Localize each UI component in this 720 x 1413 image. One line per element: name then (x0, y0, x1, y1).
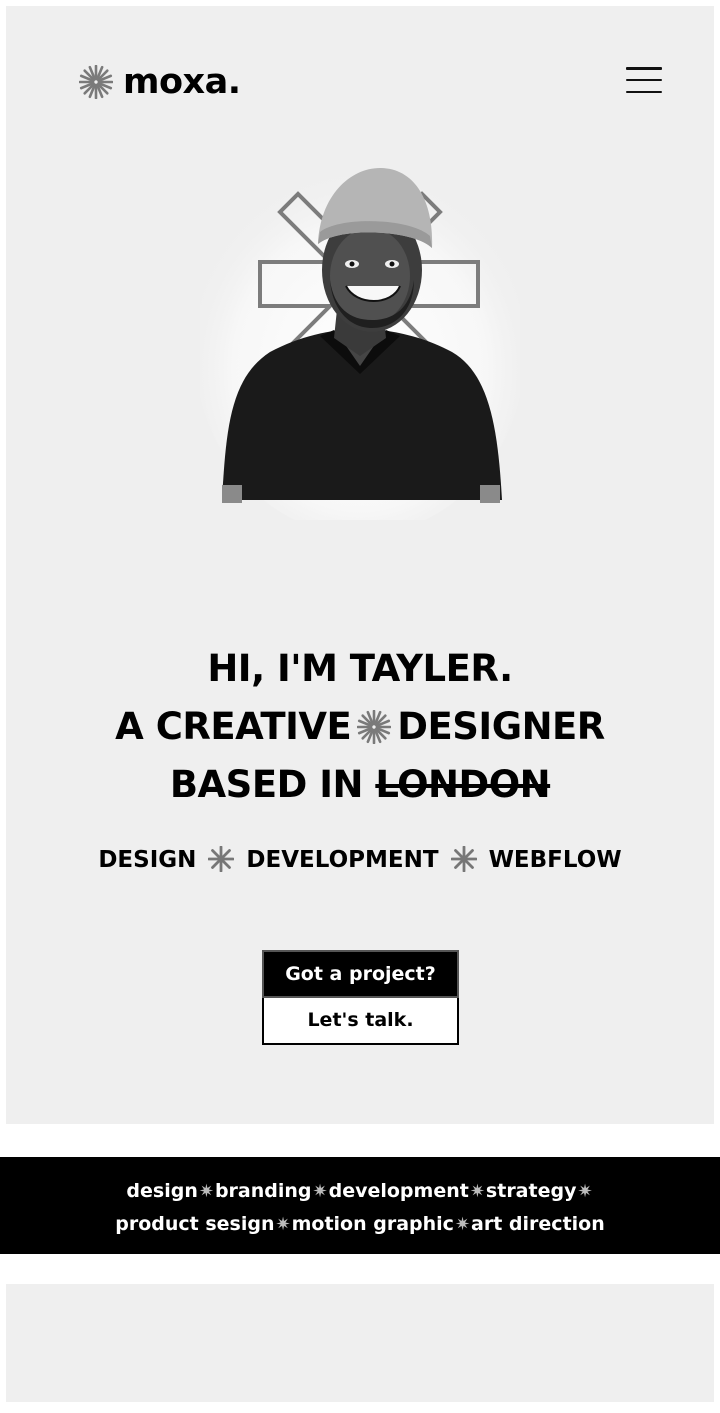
hero-headline: HI, I'M TAYLER. A CREATIVE DESIGNER BASED… (40, 640, 680, 814)
services-list: DESIGN DEVELOPMENT WEBFLOW (40, 840, 680, 880)
ticker-row-2: product sesign✷motion graphic✷art direct… (0, 1208, 720, 1241)
star-separator-icon: ✷ (577, 1181, 593, 1202)
ticker-item: motion graphic (291, 1213, 454, 1235)
contact-cta: Got a project? Let's talk. (262, 950, 459, 1045)
ticker-item: art direction (471, 1213, 605, 1235)
service-item: WEBFLOW (488, 847, 622, 873)
menu-bar (626, 78, 662, 82)
logo-wordmark: moxa. (123, 62, 241, 102)
service-item: DEVELOPMENT (246, 847, 439, 873)
star-separator-icon: ✷ (275, 1214, 291, 1235)
skills-ticker: design✷branding✷development✷strategy✷ pr… (0, 1157, 720, 1254)
headline-based-in: BASED IN (169, 763, 364, 806)
site-logo[interactable]: moxa. (79, 62, 241, 102)
star-separator-icon: ✷ (469, 1181, 485, 1202)
ticker-item: branding (214, 1180, 312, 1202)
profile-photo (200, 160, 520, 520)
service-item: DESIGN (98, 847, 197, 873)
menu-bar (626, 90, 662, 93)
star-separator-icon (450, 846, 477, 872)
headline-creative: A CREATIVE (115, 705, 352, 748)
portrait-illustration (200, 165, 520, 520)
headline-city-struck: LONDON (375, 763, 551, 806)
hamburger-menu-icon[interactable] (626, 64, 662, 96)
got-a-project-button[interactable]: Got a project? (262, 950, 459, 998)
sunburst-icon (357, 710, 392, 744)
ticker-item: strategy (485, 1180, 577, 1202)
headline-line-1: HI, I'M TAYLER. (207, 647, 513, 690)
star-separator-icon: ✷ (198, 1181, 214, 1202)
sunburst-icon (79, 65, 113, 99)
next-section (6, 1284, 714, 1402)
menu-bar (626, 67, 662, 70)
lets-talk-button[interactable]: Let's talk. (262, 998, 459, 1045)
headline-designer: DESIGNER (397, 705, 605, 748)
star-separator-icon (208, 846, 235, 872)
ticker-item: design (126, 1180, 198, 1202)
ticker-item: development (328, 1180, 469, 1202)
star-separator-icon: ✷ (312, 1181, 328, 1202)
ticker-item: product sesign (115, 1213, 275, 1235)
headline-line-2: A CREATIVE DESIGNER (40, 698, 680, 756)
headline-line-3: BASED IN LONDON (40, 756, 680, 814)
ticker-row-1: design✷branding✷development✷strategy✷ (0, 1175, 720, 1208)
star-separator-icon: ✷ (454, 1214, 471, 1235)
